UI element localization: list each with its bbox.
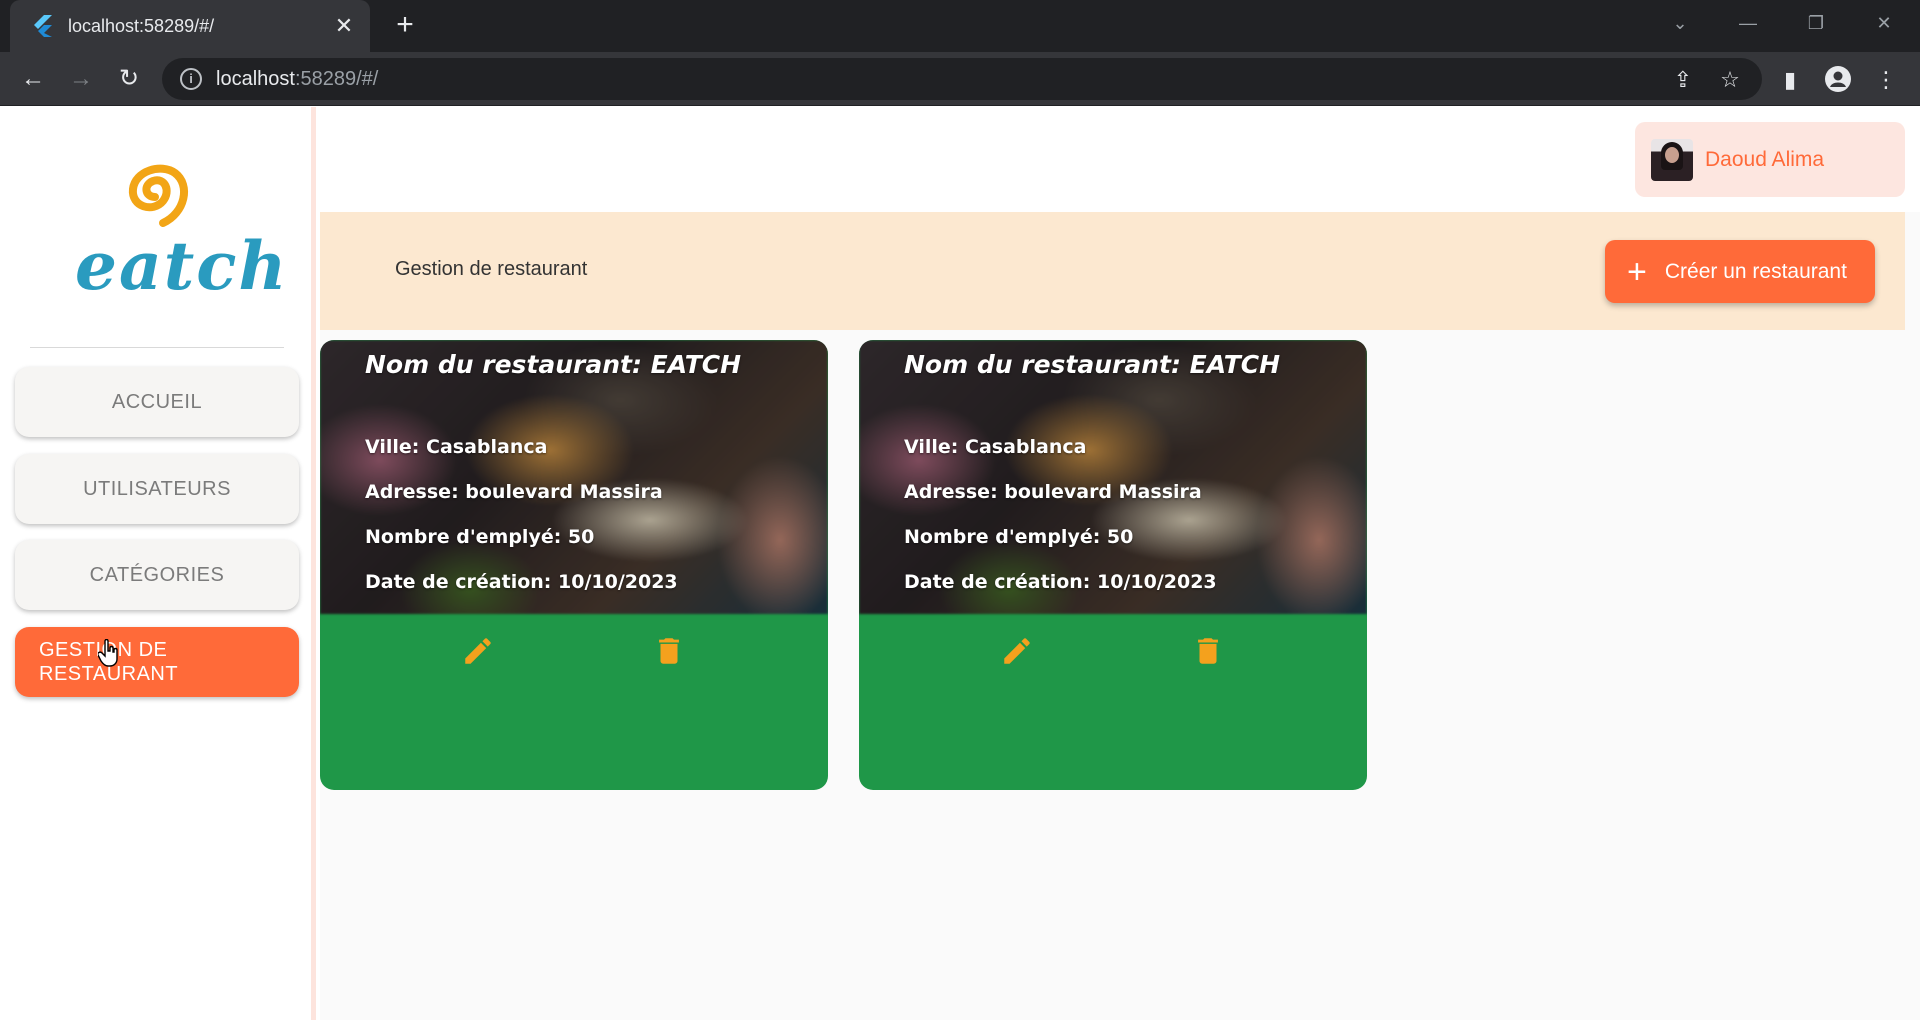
window-close-icon[interactable]: ✕ xyxy=(1864,8,1904,38)
restaurant-name: Nom du restaurant: EATCH xyxy=(904,350,1281,379)
restaurant-address: Adresse: boulevard Massira xyxy=(904,481,1202,503)
restaurant-city: Ville: Casablanca xyxy=(365,436,548,458)
bookmark-star-icon[interactable]: ☆ xyxy=(1716,66,1744,94)
address-bar[interactable]: i localhost:58289/#/ xyxy=(162,58,1762,100)
main-content: Daoud Alima Gestion de restaurant + Crée… xyxy=(320,107,1920,1020)
back-arrow-icon[interactable]: ← xyxy=(18,64,48,94)
app-root: eatch ACCUEIL UTILISATEURS CATÉGORIES GE… xyxy=(0,107,1920,1020)
restaurant-city: Ville: Casablanca xyxy=(904,436,1087,458)
restaurant-address: Adresse: boulevard Massira xyxy=(365,481,663,503)
restaurant-created: Date de création: 10/10/2023 xyxy=(904,571,1217,593)
page-title: Gestion de restaurant xyxy=(395,258,588,280)
hand-cursor-icon xyxy=(98,639,118,667)
edit-pencil-icon[interactable] xyxy=(461,634,495,668)
url-host: localhost xyxy=(216,67,295,90)
browser-menu-icon[interactable]: ⋮ xyxy=(1872,66,1900,94)
eatch-logo: eatch xyxy=(70,157,286,305)
user-profile-chip[interactable]: Daoud Alima xyxy=(1635,122,1905,197)
restaurant-employees: Nombre d'emplyé: 50 xyxy=(365,526,595,548)
browser-tabstrip: localhost:58289/#/ ✕ + ⌄ — ❐ ✕ xyxy=(0,0,1920,52)
tab-search-icon[interactable]: ⌄ xyxy=(1660,8,1700,38)
sidebar: eatch ACCUEIL UTILISATEURS CATÉGORIES GE… xyxy=(0,107,316,1020)
browser-tab[interactable]: localhost:58289/#/ ✕ xyxy=(10,0,370,52)
logo-wordmark: eatch xyxy=(75,227,289,305)
url-path: :58289/#/ xyxy=(294,67,379,90)
sidebar-item-accueil[interactable]: ACCUEIL xyxy=(15,367,299,437)
sidebar-item-gestion-restaurant[interactable]: GESTION DE RESTAURANT xyxy=(15,627,299,697)
sidebar-item-categories[interactable]: CATÉGORIES xyxy=(15,540,299,610)
restaurant-card: Nom du restaurant: EATCH Ville: Casablan… xyxy=(320,340,828,790)
sidebar-divider xyxy=(30,347,284,348)
side-panel-icon[interactable]: ▮ xyxy=(1776,66,1804,94)
user-name: Daoud Alima xyxy=(1705,147,1825,171)
edit-pencil-icon[interactable] xyxy=(1000,634,1034,668)
restaurant-name: Nom du restaurant: EATCH xyxy=(365,350,742,379)
plus-icon: + xyxy=(1627,252,1647,291)
create-restaurant-label: Créer un restaurant xyxy=(1664,259,1847,283)
tab-title: localhost:58289/#/ xyxy=(68,15,215,36)
new-tab-icon[interactable]: + xyxy=(390,10,420,41)
site-info-icon[interactable]: i xyxy=(180,68,202,90)
card-actions xyxy=(859,614,1367,790)
avatar xyxy=(1651,138,1693,181)
card-actions xyxy=(320,614,828,790)
delete-trash-icon[interactable] xyxy=(652,634,686,668)
flutter-favicon-icon xyxy=(30,14,54,38)
sidebar-item-utilisateurs[interactable]: UTILISATEURS xyxy=(15,454,299,524)
restaurant-card: Nom du restaurant: EATCH Ville: Casablan… xyxy=(859,340,1367,790)
create-restaurant-button[interactable]: + Créer un restaurant xyxy=(1605,240,1875,303)
tab-close-icon[interactable]: ✕ xyxy=(332,14,356,38)
delete-trash-icon[interactable] xyxy=(1191,634,1225,668)
restaurant-employees: Nombre d'emplyé: 50 xyxy=(904,526,1134,548)
reload-icon[interactable]: ↻ xyxy=(114,64,144,94)
minimize-icon[interactable]: — xyxy=(1728,8,1768,38)
top-bar: Daoud Alima xyxy=(320,107,1920,212)
restore-icon[interactable]: ❐ xyxy=(1796,8,1836,38)
forward-arrow-icon[interactable]: → xyxy=(66,64,96,94)
share-icon[interactable]: ⇪ xyxy=(1669,66,1697,94)
restaurant-created: Date de création: 10/10/2023 xyxy=(365,571,678,593)
page-header-bar: Gestion de restaurant + Créer un restaur… xyxy=(320,212,1905,330)
browser-toolbar: ← → ↻ i localhost:58289/#/ ⇪ ☆ ▮ ⋮ xyxy=(0,52,1920,106)
profile-icon[interactable] xyxy=(1824,66,1852,94)
